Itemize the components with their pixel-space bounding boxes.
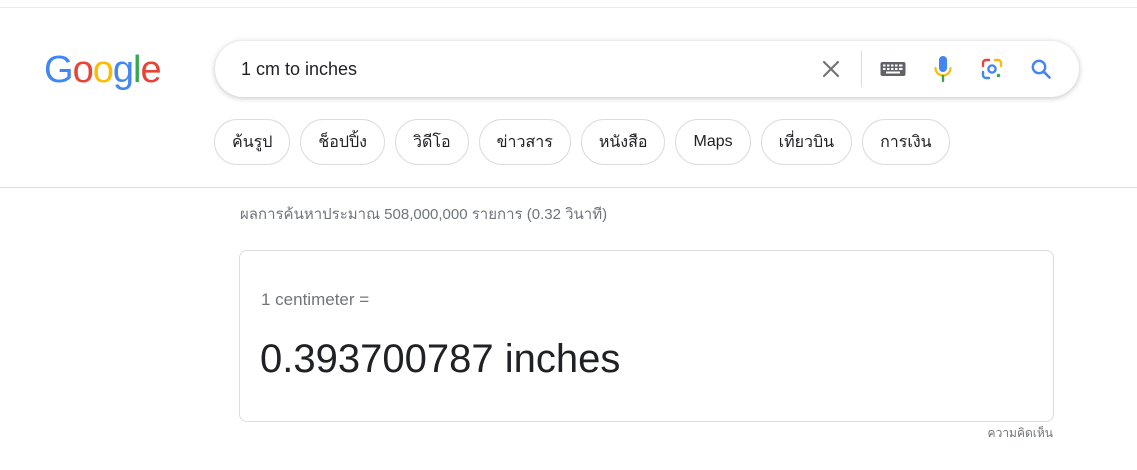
chip-maps[interactable]: Maps [675,119,751,165]
search-box-divider [861,51,862,87]
keyboard-icon [880,62,906,76]
clear-search-button[interactable] [817,55,845,83]
chip-videos[interactable]: วิดีโอ [394,119,469,165]
chip-shopping[interactable]: ช็อปปิ้ง [300,119,385,165]
mic-icon [934,56,952,83]
close-icon [822,60,840,78]
search-box[interactable]: 1 cm to inches [215,41,1079,97]
result-stats: ผลการค้นหาประมาณ 508,000,000 รายการ (0.3… [240,206,608,223]
chip-flights[interactable]: เที่ยวบิน [760,119,853,165]
feedback-link[interactable]: ความคิดเห็น [988,424,1053,443]
chip-finance[interactable]: การเงิน [862,119,950,165]
top-divider [0,7,1137,8]
chip-books[interactable]: หนังสือ [580,119,666,165]
lens-icon [981,58,1003,80]
lens-search-button[interactable] [978,55,1006,83]
search-button[interactable] [1027,55,1055,83]
google-logo[interactable]: Google [44,48,162,92]
chip-images[interactable]: ค้นรูป [214,119,291,165]
conversion-result-text: 0.393700787 inches [260,337,621,381]
keyboard-button[interactable] [879,57,907,81]
chip-news[interactable]: ข่าวสาร [478,119,571,165]
search-icon [1031,59,1051,79]
search-filter-chips: ค้นรูป ช็อปปิ้ง วิดีโอ ข่าวสาร หนังสือ M… [214,119,950,167]
unit-converter-card: 1 centimeter = 0.393700787 inches [239,250,1054,422]
header-divider [0,187,1137,188]
conversion-from-text: 1 centimeter = [261,290,370,309]
voice-search-button[interactable] [929,55,957,83]
search-input[interactable]: 1 cm to inches [241,58,357,80]
